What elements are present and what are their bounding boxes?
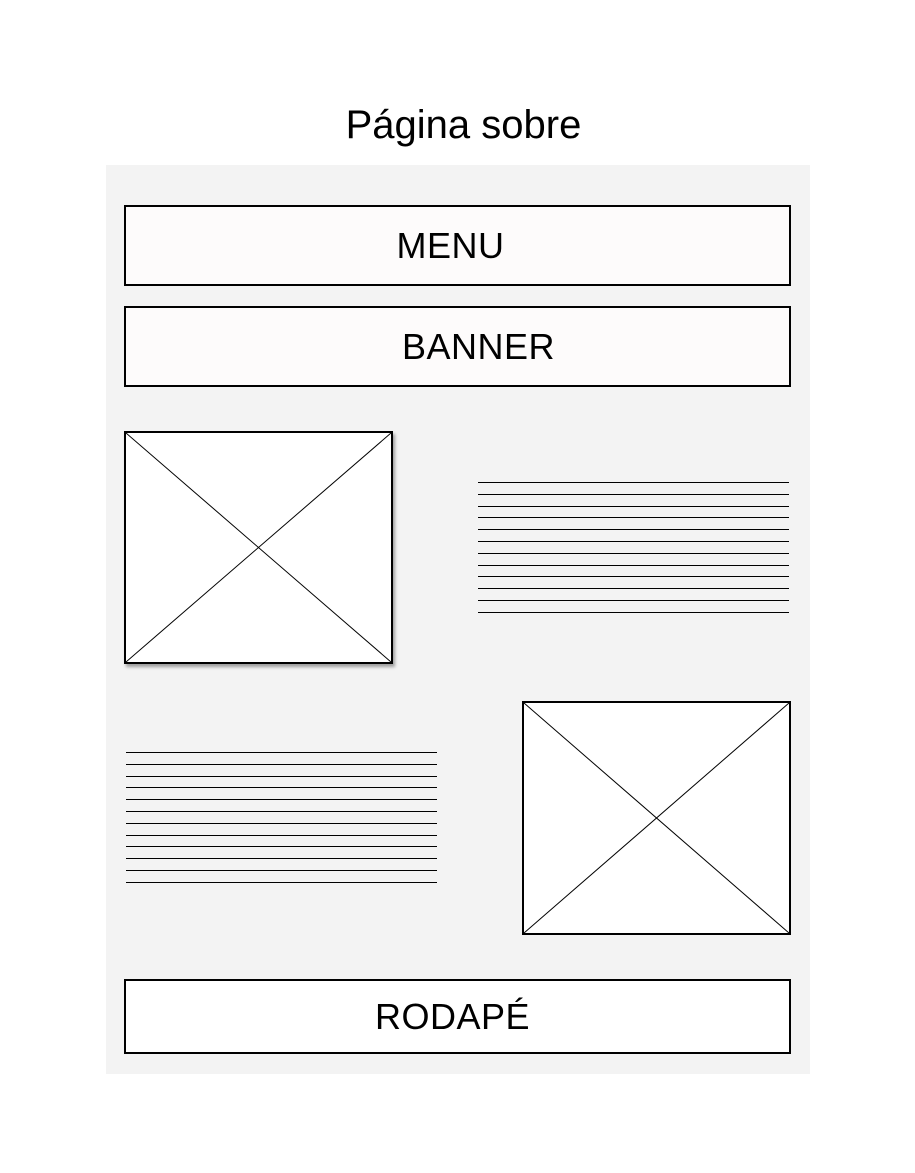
text-placeholder-line: [478, 505, 789, 507]
text-placeholder-line: [126, 881, 437, 883]
footer-label: RODAPÉ: [374, 995, 531, 1037]
text-placeholder-line: [478, 564, 789, 566]
text-placeholder-line: [478, 541, 789, 542]
text-placeholder-line: [126, 752, 437, 753]
menu-label: MENU: [396, 224, 505, 266]
text-placeholder-line: [126, 834, 437, 836]
footer-block: RODAPÉ: [124, 979, 791, 1054]
text-placeholder-line: [126, 811, 437, 812]
text-placeholder-1: [478, 482, 789, 613]
text-placeholder-line: [478, 576, 789, 578]
text-placeholder-line: [126, 799, 437, 801]
text-placeholder-line: [126, 858, 437, 860]
image-placeholder-cross-icon: [524, 703, 789, 933]
banner-label: BANNER: [401, 325, 556, 367]
menu-block: MENU: [124, 205, 791, 286]
image-placeholder-2: [522, 701, 791, 935]
text-placeholder-line: [126, 822, 437, 824]
wireframe-canvas: MENU BANNER RODAPÉ: [106, 165, 810, 1074]
text-placeholder-line: [126, 775, 437, 777]
image-placeholder-cross-icon: [126, 433, 391, 662]
text-placeholder-line: [478, 529, 789, 531]
text-placeholder-line: [478, 552, 789, 554]
text-placeholder-line: [478, 493, 789, 495]
text-placeholder-line: [478, 600, 789, 601]
text-placeholder-line: [478, 588, 789, 590]
text-placeholder-line: [126, 846, 437, 848]
text-placeholder-line: [126, 763, 437, 765]
text-placeholder-2: [126, 752, 437, 883]
image-placeholder-1: [124, 431, 393, 664]
text-placeholder-line: [126, 870, 437, 871]
text-placeholder-line: [478, 517, 789, 519]
banner-block: BANNER: [124, 306, 791, 387]
page-title: Página sobre: [345, 103, 582, 147]
text-placeholder-line: [478, 611, 789, 613]
text-placeholder-line: [126, 787, 437, 789]
text-placeholder-line: [478, 482, 789, 483]
